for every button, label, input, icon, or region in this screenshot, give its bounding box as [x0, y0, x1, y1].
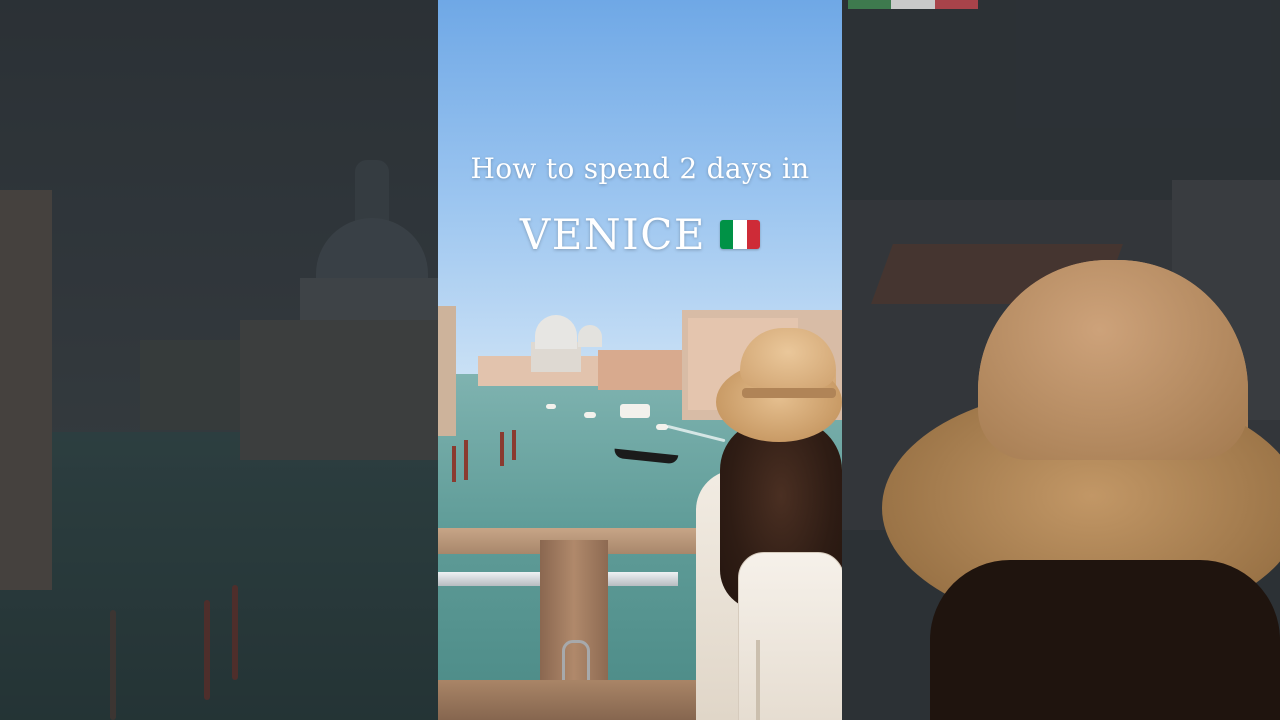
left-blurred-background	[0, 0, 438, 720]
secondary-dome	[578, 325, 602, 347]
hat-band	[742, 388, 836, 398]
santa-maria-della-salute-dome	[535, 315, 577, 349]
white-backpack	[738, 552, 842, 720]
title-venice: VENICE	[519, 210, 707, 259]
video-frame	[438, 0, 842, 720]
italy-flag-icon	[720, 220, 761, 249]
title-line-1: How to spend 2 days in	[470, 152, 810, 185]
vaporetto	[620, 404, 650, 418]
bridge-railing-bottom	[438, 680, 738, 720]
canal-buildings-left	[438, 306, 456, 436]
title-line-2: VENICE	[438, 210, 842, 259]
large-hair	[930, 560, 1280, 720]
partial-flag-icon	[848, 0, 978, 9]
